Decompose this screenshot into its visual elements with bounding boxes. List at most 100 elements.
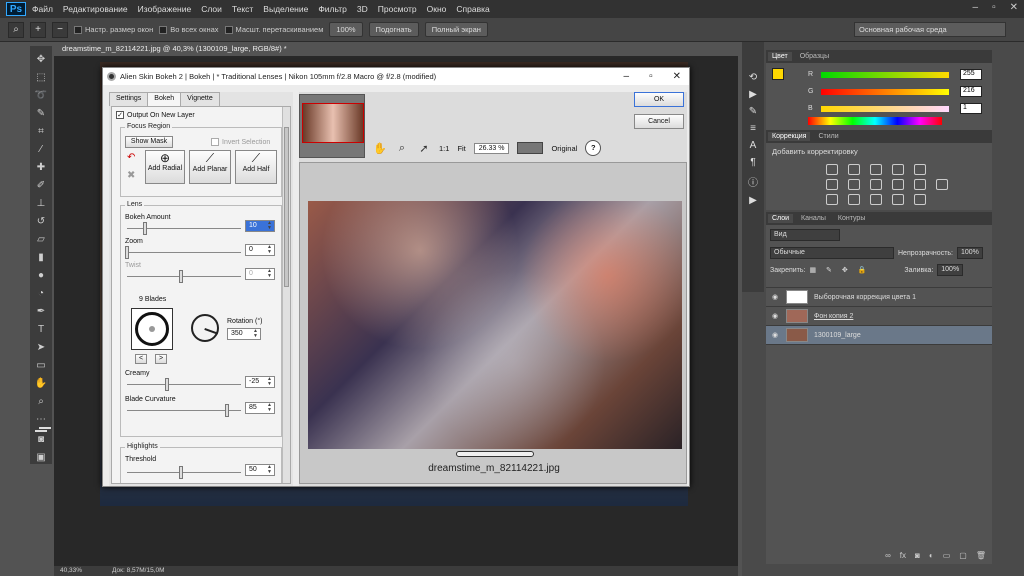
menu-type[interactable]: Текст bbox=[232, 4, 253, 14]
photo-filter-icon[interactable] bbox=[892, 179, 904, 190]
character-panel-icon[interactable]: A bbox=[750, 140, 757, 151]
spinner-icon[interactable]: ▲ ▼ bbox=[267, 403, 272, 413]
zoom-level[interactable]: 40,33% bbox=[60, 566, 82, 576]
history-panel-icon[interactable]: ⟲ bbox=[749, 72, 757, 83]
scrollbar-thumb[interactable] bbox=[284, 127, 289, 287]
undo-icon[interactable]: ↶ bbox=[127, 152, 135, 163]
settings-scrollbar[interactable] bbox=[282, 107, 290, 483]
threshold-track[interactable] bbox=[127, 472, 241, 473]
scrubby-zoom-checkbox[interactable]: Масшт. перетаскиванием bbox=[224, 25, 323, 34]
screen-mode-icon[interactable]: ▣ bbox=[33, 450, 49, 465]
tab-settings[interactable]: Settings bbox=[109, 92, 149, 106]
lasso-tool-icon[interactable]: ➰ bbox=[33, 88, 49, 103]
twist-track[interactable] bbox=[127, 276, 241, 277]
spinner-icon[interactable]: ▲ ▼ bbox=[267, 465, 272, 475]
add-radial-button[interactable]: ⊕ Add Radial bbox=[145, 150, 185, 184]
minimize-icon[interactable]: – bbox=[973, 2, 979, 13]
menu-select[interactable]: Выделение bbox=[263, 4, 308, 14]
tab-color[interactable]: Цвет bbox=[768, 52, 792, 61]
creamy-input[interactable]: -25 ▲ ▼ bbox=[245, 376, 275, 388]
new-layer-icon[interactable]: ▢ bbox=[959, 551, 967, 560]
zoom-icon[interactable]: ⌕ bbox=[395, 142, 409, 155]
background-color-swatch[interactable] bbox=[39, 427, 51, 429]
zoom-knob[interactable] bbox=[125, 246, 129, 259]
original-button[interactable]: Original bbox=[551, 144, 577, 153]
blade-curvature-track[interactable] bbox=[127, 410, 241, 411]
menu-file[interactable]: Файл bbox=[32, 4, 53, 14]
r-slider[interactable] bbox=[821, 71, 949, 78]
menu-help[interactable]: Справка bbox=[456, 4, 489, 14]
path-select-icon[interactable]: ➤ bbox=[33, 340, 49, 355]
fx-icon[interactable]: fx bbox=[900, 551, 906, 560]
fit-screen-button[interactable]: Подогнать bbox=[368, 22, 419, 37]
full-screen-button[interactable]: Полный экран bbox=[424, 22, 488, 37]
invert-icon[interactable] bbox=[826, 194, 838, 205]
play-panel-icon[interactable]: ▶ bbox=[749, 195, 757, 206]
dialog-close-icon[interactable]: ✕ bbox=[673, 71, 681, 82]
delete-icon[interactable]: ✖ bbox=[127, 170, 135, 181]
bokeh-amount-input[interactable]: 10 ▲ ▼ bbox=[245, 220, 275, 232]
layer-row[interactable]: ◉ Выборочная коррекция цвета 1 bbox=[766, 288, 992, 307]
tab-layers[interactable]: Слои bbox=[768, 214, 794, 223]
eye-icon[interactable]: ◉ bbox=[772, 331, 780, 339]
actions-panel-icon[interactable]: ▶ bbox=[749, 89, 757, 100]
color-spectrum[interactable] bbox=[808, 117, 942, 125]
color-lookup-icon[interactable] bbox=[936, 179, 948, 190]
properties-panel-icon[interactable]: ≡ bbox=[750, 123, 756, 134]
marquee-tool-icon[interactable]: ⬚ bbox=[33, 70, 49, 85]
quick-mask-icon[interactable]: ◙ bbox=[33, 432, 49, 447]
hand-icon[interactable]: ✋ bbox=[373, 142, 387, 155]
twist-knob[interactable] bbox=[179, 270, 183, 283]
history-brush-icon[interactable]: ↺ bbox=[33, 214, 49, 229]
gradient-map-icon[interactable] bbox=[892, 194, 904, 205]
blade-curvature-knob[interactable] bbox=[225, 404, 229, 417]
stamp-tool-icon[interactable]: ⊥ bbox=[33, 196, 49, 211]
quick-select-tool-icon[interactable]: ✎ bbox=[33, 106, 49, 121]
paragraph-panel-icon[interactable]: ¶ bbox=[750, 157, 755, 168]
menu-layers[interactable]: Слои bbox=[201, 4, 222, 14]
show-mask-button[interactable]: Show Mask bbox=[125, 136, 173, 148]
g-value[interactable]: 216 bbox=[960, 86, 982, 97]
pointer-icon[interactable]: ➚ bbox=[417, 142, 431, 155]
creamy-knob[interactable] bbox=[165, 378, 169, 391]
fg-color-swatch[interactable] bbox=[772, 68, 784, 80]
threshold-input[interactable]: 50 ▲ ▼ bbox=[245, 464, 275, 476]
folder-icon[interactable]: ▭ bbox=[943, 551, 951, 560]
mask-icon[interactable]: ◙ bbox=[915, 551, 920, 560]
tab-channels[interactable]: Каналы bbox=[797, 214, 830, 223]
menu-edit[interactable]: Редактирование bbox=[63, 4, 128, 14]
menu-filter[interactable]: Фильтр bbox=[318, 4, 347, 14]
ok-button[interactable]: OK bbox=[634, 92, 684, 107]
threshold-knob[interactable] bbox=[179, 466, 183, 479]
gradient-tool-icon[interactable]: ▮ bbox=[33, 250, 49, 265]
pen-tool-icon[interactable]: ✒ bbox=[33, 304, 49, 319]
zoom-input[interactable]: 0 ▲ ▼ bbox=[245, 244, 275, 256]
more-tools-icon[interactable]: ⋯ bbox=[33, 412, 49, 427]
ratio-1-1-button[interactable]: 1:1 bbox=[439, 144, 449, 153]
twist-input[interactable]: 0 ▲ ▼ bbox=[245, 268, 275, 280]
invert-selection-checkbox[interactable]: Invert Selection bbox=[211, 138, 270, 146]
all-windows-checkbox[interactable]: Во всех окнах bbox=[159, 25, 219, 34]
threshold-icon[interactable] bbox=[870, 194, 882, 205]
shape-tool-icon[interactable]: ▭ bbox=[33, 358, 49, 373]
spinner-icon[interactable]: ▲ ▼ bbox=[253, 329, 258, 339]
eyedropper-tool-icon[interactable]: ⁄ bbox=[33, 142, 49, 157]
adjust-icon[interactable]: ◐ bbox=[929, 551, 934, 560]
tab-styles[interactable]: Стили bbox=[814, 132, 842, 141]
zoom-tool-icon-2[interactable]: ⌕ bbox=[33, 394, 49, 409]
help-button[interactable]: ? bbox=[585, 140, 602, 156]
blend-mode-select[interactable]: Обычные bbox=[770, 247, 894, 259]
layer-kind-filter[interactable]: Вид bbox=[770, 229, 840, 241]
dialog-minimize-icon[interactable]: – bbox=[624, 71, 630, 82]
add-planar-button[interactable]: ⟋ Add Planar bbox=[189, 150, 231, 184]
creamy-track[interactable] bbox=[127, 384, 241, 385]
type-tool-icon[interactable]: T bbox=[33, 322, 49, 337]
r-value[interactable]: 255 bbox=[960, 69, 982, 80]
menu-view[interactable]: Просмотр bbox=[378, 4, 417, 14]
zoom-percent-select[interactable]: 26.33 % bbox=[473, 142, 510, 154]
channel-mixer-icon[interactable] bbox=[914, 179, 926, 190]
eraser-tool-icon[interactable]: ▱ bbox=[33, 232, 49, 247]
tab-swatches[interactable]: Образцы bbox=[796, 52, 833, 61]
posterize-icon[interactable] bbox=[848, 194, 860, 205]
bg-color-select[interactable] bbox=[517, 142, 544, 154]
